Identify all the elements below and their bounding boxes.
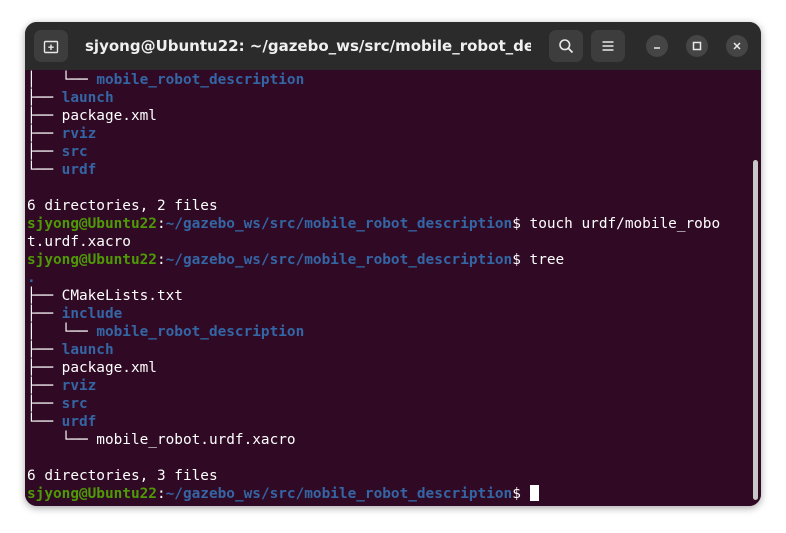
terminal-text: : — [156, 252, 166, 268]
prompt-user: sjyong@Ubuntu22 — [27, 486, 157, 502]
close-icon — [733, 42, 741, 50]
terminal-output[interactable]: │ └── mobile_robot_description ├── launch… — [25, 70, 761, 506]
terminal-text: : — [156, 486, 166, 502]
directory-name: mobile_robot_description — [96, 324, 305, 340]
directory-name: urdf — [61, 162, 97, 178]
terminal-line: ├── launch — [27, 341, 761, 359]
directory-name: launch — [61, 342, 114, 358]
directory-name: mobile_robot_description — [96, 72, 305, 88]
maximize-button[interactable] — [686, 35, 708, 57]
title-bar[interactable]: sjyong@Ubuntu22: ~/gazebo_ws/src/mobile_… — [25, 22, 761, 70]
terminal-text: └── — [27, 414, 62, 430]
terminal-line: ├── package.xml — [27, 107, 761, 125]
terminal-text: ├── package.xml — [27, 108, 157, 124]
minimize-icon — [654, 47, 660, 49]
terminal-text: ├── — [27, 396, 62, 412]
terminal-line: │ └── mobile_robot_description — [27, 323, 761, 341]
terminal-text: ├── — [27, 126, 62, 142]
directory-name: . — [27, 270, 36, 286]
terminal-text: 6 directories, 3 files — [27, 468, 218, 484]
terminal-text: : — [156, 216, 166, 232]
directory-name: src — [61, 144, 88, 160]
terminal-text: ├── CMakeLists.txt — [27, 288, 183, 304]
window-title: sjyong@Ubuntu22: ~/gazebo_ws/src/mobile_… — [85, 37, 531, 55]
terminal-line: sjyong@Ubuntu22:~/gazebo_ws/src/mobile_r… — [27, 251, 761, 269]
terminal-text: $ tree — [512, 252, 565, 268]
terminal-text: ├── — [27, 378, 62, 394]
terminal-text: ├── — [27, 144, 62, 160]
terminal-text: └── mobile_robot.urdf.xacro — [27, 432, 296, 448]
minimize-button[interactable] — [646, 35, 668, 57]
search-button[interactable] — [549, 30, 583, 62]
terminal-line: t.urdf.xacro — [27, 233, 761, 251]
prompt-user: sjyong@Ubuntu22 — [27, 216, 157, 232]
menu-button[interactable] — [591, 30, 625, 62]
prompt-user: sjyong@Ubuntu22 — [27, 252, 157, 268]
directory-name: rviz — [61, 378, 97, 394]
terminal-window: sjyong@Ubuntu22: ~/gazebo_ws/src/mobile_… — [25, 22, 761, 506]
terminal-text: t.urdf.xacro — [27, 234, 131, 250]
terminal-text: 6 directories, 2 files — [27, 198, 218, 214]
terminal-text: ├── — [27, 306, 62, 322]
directory-name: launch — [61, 90, 114, 106]
scrollbar[interactable] — [753, 160, 758, 500]
search-icon — [559, 39, 574, 54]
terminal-line: 6 directories, 2 files — [27, 197, 761, 215]
new-tab-button[interactable] — [34, 30, 68, 62]
terminal-text: $ touch urdf/mobile_robo — [512, 216, 721, 232]
directory-name: urdf — [61, 414, 97, 430]
terminal-text: └── — [27, 162, 62, 178]
prompt-path: ~/gazebo_ws/src/mobile_robot_description — [165, 252, 513, 268]
terminal-text: ├── — [27, 342, 62, 358]
terminal-line: 6 directories, 3 files — [27, 467, 761, 485]
prompt-path: ~/gazebo_ws/src/mobile_robot_description — [165, 216, 513, 232]
terminal-line: ├── src — [27, 395, 761, 413]
terminal-line: └── mobile_robot.urdf.xacro — [27, 431, 761, 449]
text-cursor — [529, 485, 539, 501]
directory-name: rviz — [61, 126, 97, 142]
terminal-text: │ └── — [27, 72, 97, 88]
terminal-line: ├── rviz — [27, 377, 761, 395]
hamburger-menu-icon — [602, 41, 614, 51]
maximize-icon — [692, 41, 702, 51]
terminal-line: ├── launch — [27, 89, 761, 107]
terminal-line: . — [27, 269, 761, 287]
prompt-path: ~/gazebo_ws/src/mobile_robot_description — [165, 486, 513, 502]
terminal-line: sjyong@Ubuntu22:~/gazebo_ws/src/mobile_r… — [27, 485, 761, 503]
terminal-line: └── urdf — [27, 161, 761, 179]
directory-name: src — [61, 396, 88, 412]
terminal-text: ├── — [27, 90, 62, 106]
close-button[interactable] — [726, 35, 748, 57]
terminal-line: ├── rviz — [27, 125, 761, 143]
terminal-line: ├── CMakeLists.txt — [27, 287, 761, 305]
terminal-text: ├── package.xml — [27, 360, 157, 376]
new-tab-icon — [43, 40, 59, 54]
terminal-text: │ └── — [27, 324, 97, 340]
terminal-line: └── urdf — [27, 413, 761, 431]
terminal-line: ├── include — [27, 305, 761, 323]
terminal-line: │ └── mobile_robot_description — [27, 71, 761, 89]
terminal-text: $ — [512, 486, 530, 502]
terminal-line: ├── package.xml — [27, 359, 761, 377]
directory-name: include — [61, 306, 123, 322]
terminal-line: ├── src — [27, 143, 761, 161]
terminal-line: sjyong@Ubuntu22:~/gazebo_ws/src/mobile_r… — [27, 215, 761, 233]
